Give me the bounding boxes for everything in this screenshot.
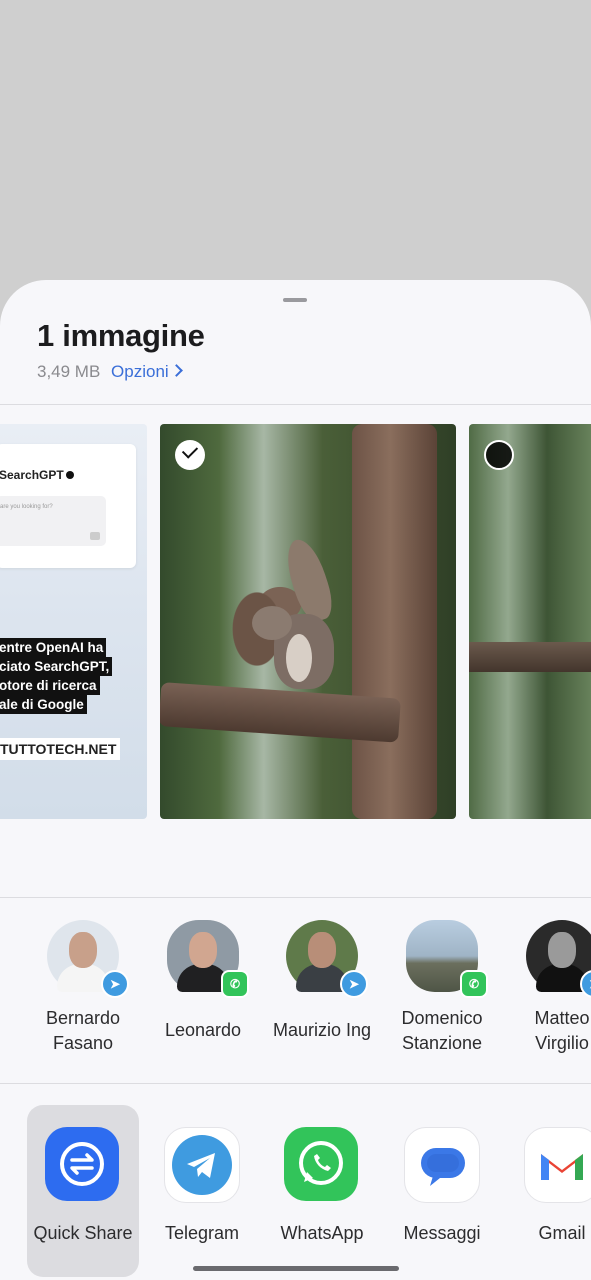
tree-branch xyxy=(469,642,591,672)
headline-line-2: ciato SearchGPT, xyxy=(0,657,113,676)
app-telegram[interactable]: Telegram xyxy=(146,1105,258,1277)
contact-domenico[interactable]: ✆ Domenico Stanzione xyxy=(382,920,502,1056)
options-link[interactable]: Opzioni xyxy=(111,362,183,381)
divider xyxy=(0,897,591,898)
thumbnail-forest[interactable] xyxy=(469,424,591,819)
whatsapp-icon xyxy=(284,1127,358,1201)
telegram-badge-icon: ➤ xyxy=(340,970,368,998)
telegram-badge-icon: ➤ xyxy=(101,970,129,998)
app-gmail[interactable]: Gmail xyxy=(506,1105,591,1277)
gmail-icon xyxy=(524,1127,591,1203)
app-label: WhatsApp xyxy=(280,1223,364,1243)
telegram-icon xyxy=(164,1127,240,1203)
messages-icon xyxy=(404,1127,480,1203)
thumbnail-screenshot[interactable]: SearchGPT are you looking for? entre Ope… xyxy=(0,424,147,819)
contact-leonardo[interactable]: ✆ Leonardo xyxy=(143,920,263,1043)
contact-bernardo[interactable]: ➤ Bernardo Fasano xyxy=(23,920,143,1056)
app-label: Quick Share xyxy=(33,1223,133,1243)
contact-matteo[interactable]: ➤ MatteoVirgilio xyxy=(502,920,591,1056)
app-label: Telegram xyxy=(164,1223,240,1243)
avatar: ➤ xyxy=(286,920,368,998)
share-sheet: 1 immagine 3,49 MB Opzioni SearchGPT are… xyxy=(0,280,591,1280)
chevron-right-icon xyxy=(169,364,183,377)
avatar: ➤ xyxy=(47,920,129,998)
divider xyxy=(0,1083,591,1084)
avatar: ➤ xyxy=(526,920,591,998)
quick-share-icon xyxy=(45,1127,119,1201)
whatsapp-badge-icon: ✆ xyxy=(460,970,488,998)
gesture-navigation-bar[interactable] xyxy=(193,1266,399,1271)
app-quick-share[interactable]: Quick Share xyxy=(27,1105,139,1277)
file-size: 3,49 MB xyxy=(37,362,101,381)
contact-name: Matteo Virgilio xyxy=(534,1008,590,1053)
selected-checkmark-icon[interactable] xyxy=(175,440,205,470)
thumbnail-squirrel[interactable] xyxy=(160,424,456,819)
brand-dot-icon xyxy=(65,471,74,479)
app-whatsapp[interactable]: WhatsApp xyxy=(266,1105,378,1277)
app-label: Messaggi xyxy=(403,1223,481,1243)
unselected-circle-icon[interactable] xyxy=(484,440,514,470)
headline-line-1: entre OpenAI ha xyxy=(0,638,107,657)
share-meta: 3,49 MB Opzioni xyxy=(37,362,183,382)
contact-maurizio[interactable]: ➤ Maurizio Ing xyxy=(262,920,382,1043)
options-label: Opzioni xyxy=(111,362,169,381)
app-label: Gmail xyxy=(538,1223,586,1243)
headline-line-4: ale di Google xyxy=(0,695,87,714)
app-messaggi[interactable]: Messaggi xyxy=(386,1105,498,1277)
headline-line-3: otore di ricerca xyxy=(0,676,100,695)
whatsapp-badge-icon: ✆ xyxy=(221,970,249,998)
card-brand: SearchGPT xyxy=(0,468,74,482)
contact-name: Maurizio Ing xyxy=(272,1020,372,1040)
tree-trunk xyxy=(352,424,437,819)
contact-name: Bernardo Fasano xyxy=(45,1008,121,1053)
squirrel xyxy=(252,534,344,694)
share-title: 1 immagine xyxy=(37,318,205,353)
drag-handle[interactable] xyxy=(283,298,307,302)
avatar: ✆ xyxy=(167,920,249,998)
contact-name: Leonardo xyxy=(164,1020,242,1040)
search-card: SearchGPT are you looking for? xyxy=(0,444,136,568)
divider xyxy=(0,404,591,405)
card-search-field: are you looking for? xyxy=(0,496,106,546)
contact-name: Domenico Stanzione xyxy=(401,1008,483,1053)
avatar: ✆ xyxy=(406,920,488,998)
site-label: TUTTOTECH.NET xyxy=(0,738,121,760)
